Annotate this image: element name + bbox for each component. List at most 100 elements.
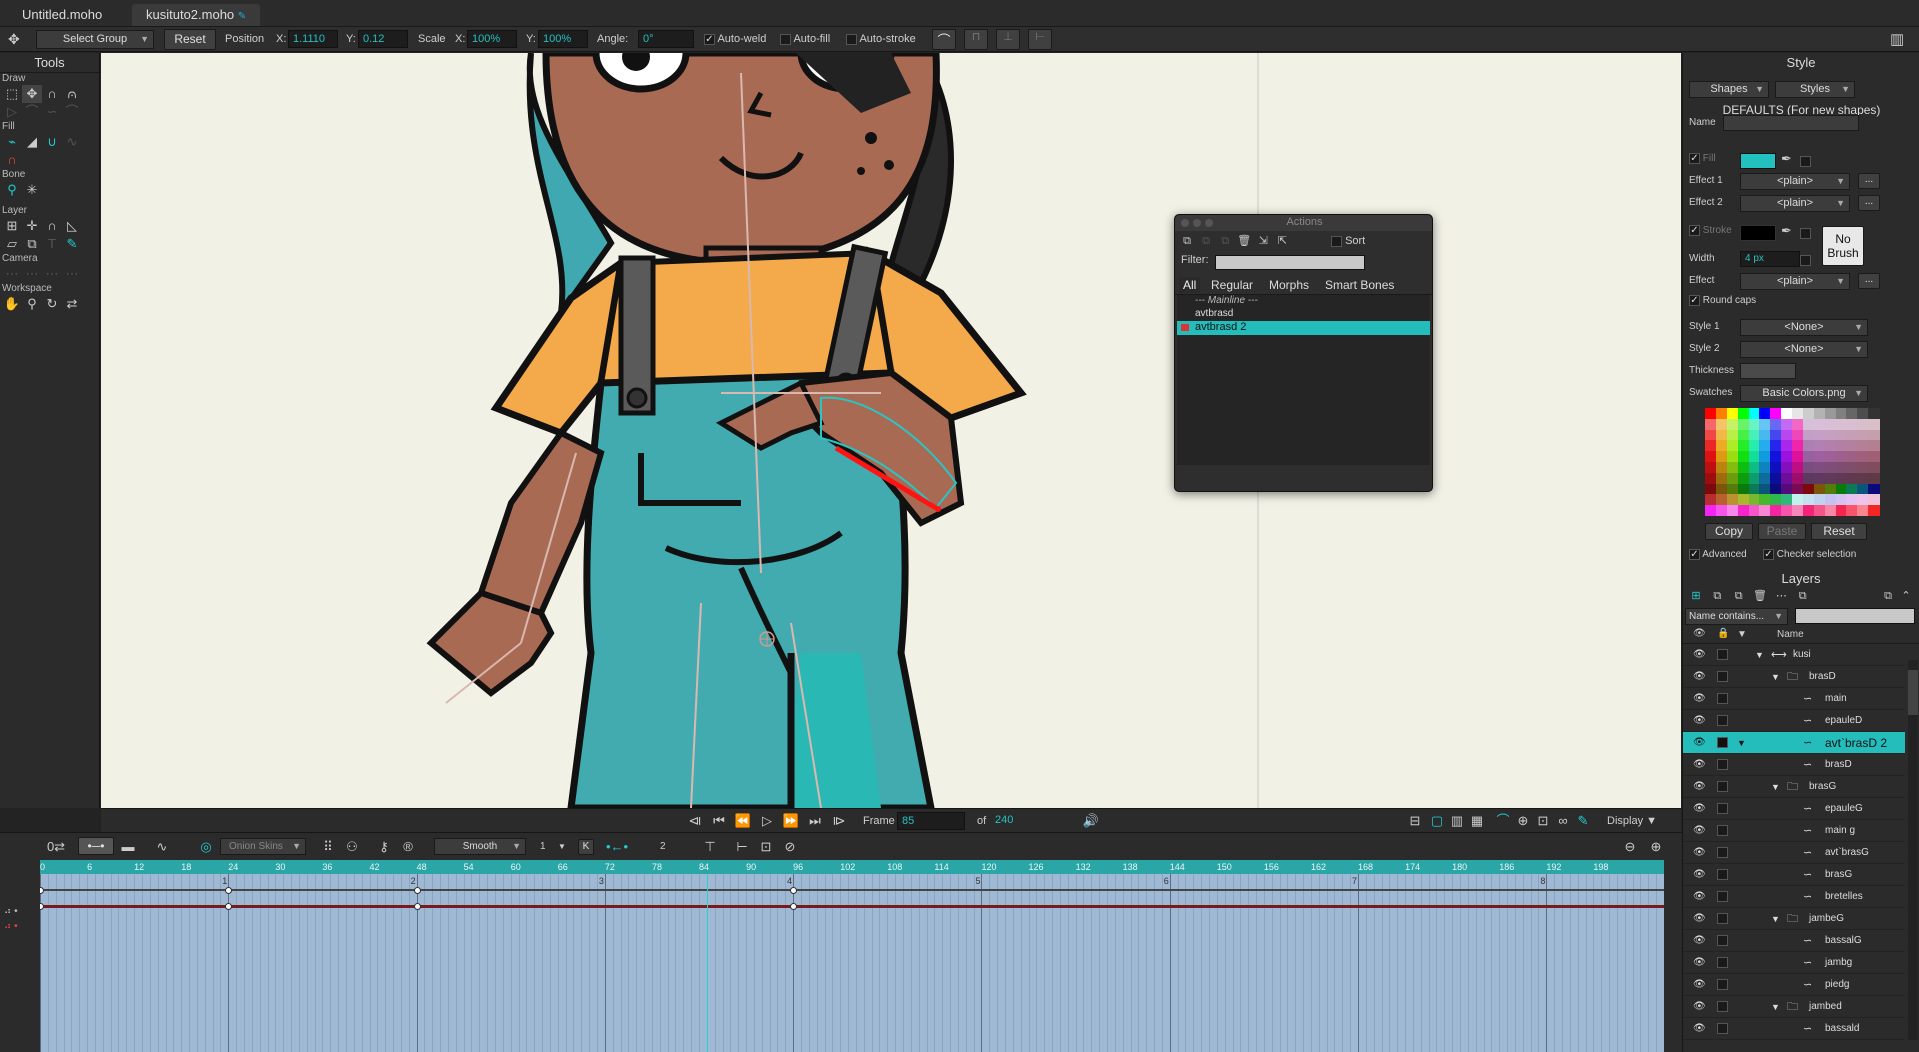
palette-swatch[interactable] [1835,483,1847,495]
insert-action-icon[interactable]: ⧉ [1217,234,1233,248]
visibility-eye-icon[interactable]: 👁 [1693,688,1706,710]
palette-swatch[interactable] [1846,462,1858,474]
palette-swatch[interactable] [1715,483,1728,495]
add-point-icon[interactable]: ⩀ [62,85,82,103]
palette-swatch[interactable] [1781,451,1793,463]
palette-swatch[interactable] [1792,462,1804,474]
new-layer-icon[interactable]: ⊞ [1687,588,1705,604]
palette-swatch[interactable] [1846,451,1858,463]
layer-lock-checkbox[interactable] [1717,715,1728,726]
import-action-icon[interactable]: ⇲ [1255,234,1271,248]
keyframe[interactable] [40,903,44,910]
layer-row[interactable]: 👁 ∽ bassald [1683,1018,1905,1040]
palette-swatch[interactable] [1726,418,1739,431]
palette-swatch[interactable] [1857,440,1869,452]
position-y-field[interactable]: 0.12 [358,30,408,48]
palette-swatch[interactable] [1748,418,1760,431]
tab-all[interactable]: All [1179,277,1201,293]
palette-swatch[interactable] [1759,462,1771,474]
visibility-eye-icon[interactable]: 👁 [1693,666,1706,688]
chevron-down-icon[interactable]: ▼ [1771,908,1780,930]
palette-swatch[interactable] [1737,408,1749,420]
layer-row[interactable]: 👁 ∽ bretelles [1683,886,1905,908]
scale-layer-icon[interactable]: ∩ [42,217,62,235]
duplicate-action-icon[interactable]: ⧉ [1198,234,1214,248]
visibility-eye-icon[interactable]: 👁 [1693,644,1706,666]
palette-swatch[interactable] [1781,505,1793,517]
stereo-icon[interactable]: ∞ [1553,812,1573,830]
layer-row[interactable]: 👁 ∽ brasG [1683,864,1905,886]
visibility-eye-icon[interactable]: 👁 [1693,820,1706,842]
layer-lock-checkbox[interactable] [1717,1023,1728,1034]
palette-swatch[interactable] [1792,483,1804,495]
palette-swatch[interactable] [1759,483,1771,495]
palette-swatch[interactable] [1824,408,1836,420]
palette-swatch[interactable] [1759,494,1771,506]
duplicate-layer-icon[interactable]: ⧉ [1708,588,1726,604]
palette-swatch[interactable] [1792,505,1804,517]
palette-swatch[interactable] [1846,408,1858,420]
palette-swatch[interactable] [1824,451,1836,463]
width-field[interactable]: 4 px [1740,251,1800,267]
palette-swatch[interactable] [1857,505,1869,517]
palette-swatch[interactable] [1770,440,1782,452]
palette-swatch[interactable] [1846,418,1858,431]
render-icon[interactable]: ⊡ [1533,812,1553,830]
palette-swatch[interactable] [1868,494,1880,506]
key-icon[interactable]: ⚷ [374,838,394,856]
advanced-checkbox[interactable]: ✓ Advanced [1689,548,1747,562]
delete-layer-icon[interactable]: 🗑 [1751,588,1769,604]
palette-swatch[interactable] [1857,483,1869,495]
effect1-dropdown[interactable]: <plain> [1740,173,1850,190]
more-options-icon[interactable]: ⋯ [1772,588,1790,604]
layer-filter-mode-dropdown[interactable]: Name contains... [1685,608,1788,625]
palette-swatch[interactable] [1726,505,1739,517]
palette-swatch[interactable] [1846,483,1858,495]
layer-lock-checkbox[interactable] [1717,935,1728,946]
display-dropdown[interactable]: Display ▼ [1607,809,1657,833]
onion-skin-icon[interactable]: ◎ [196,838,216,856]
next-frame-icon[interactable]: ⏩ [781,812,801,830]
view-single-icon[interactable]: ▢ [1427,812,1447,830]
tab-morphs[interactable]: Morphs [1269,278,1309,292]
camera-roll-icon[interactable]: ⋯ [42,265,62,283]
layer-lock-checkbox[interactable] [1717,737,1728,748]
visibility-eye-icon[interactable]: 👁 [1693,776,1706,798]
palette-swatch[interactable] [1748,440,1760,452]
palette-swatch[interactable] [1770,429,1782,441]
visibility-eye-icon[interactable]: 👁 [1693,864,1706,886]
chevron-down-icon[interactable]: ▼ [1737,629,1747,640]
keyframe[interactable] [40,887,44,894]
layer-row[interactable]: 👁 ∽ avt`brasG [1683,842,1905,864]
palette-swatch[interactable] [1737,462,1749,474]
palette-swatch[interactable] [1813,505,1826,517]
palette-swatch[interactable] [1813,408,1826,420]
manipulate-bones-icon[interactable]: ✳ [22,181,42,199]
checker-selection-checkbox[interactable]: ✓ Checker selection [1763,548,1856,562]
palette-swatch[interactable] [1868,440,1880,452]
curvature-icon[interactable]: ∩ [42,85,62,103]
select-bone-icon[interactable]: ⚲ [2,181,22,199]
palette-swatch[interactable] [1857,418,1869,431]
name-input[interactable] [1723,115,1859,131]
visibility-eye-icon[interactable]: 👁 [1693,974,1706,996]
transform-points-icon[interactable]: ✥ [22,85,42,103]
palette-swatch[interactable] [1792,440,1804,452]
keyframe[interactable] [413,887,421,894]
layer-lock-checkbox[interactable] [1717,957,1728,968]
palette-swatch[interactable] [1770,494,1782,506]
timeline-track[interactable]: 1 2 3 4 5 6 7 8 [40,874,1664,1052]
scale-y-field[interactable]: 100% [538,30,588,48]
palette-swatch[interactable] [1726,408,1739,420]
layer-row[interactable]: 👁 ∽ bassalG [1683,930,1905,952]
palette-swatch[interactable] [1792,451,1804,463]
palette-swatch[interactable] [1835,418,1847,431]
bake-icon[interactable]: ⊘ [780,838,800,856]
zoom-icon[interactable]: ⚲ [22,295,42,313]
palette-swatch[interactable] [1802,483,1815,495]
select-shape-icon[interactable]: ⌁ [2,133,22,151]
play-icon[interactable]: ▷ [757,812,777,830]
layer-row[interactable]: 👁 ▼ 🗀 jambed [1683,996,1905,1018]
palette-swatch[interactable] [1770,472,1782,485]
palette-swatch[interactable] [1726,462,1739,474]
